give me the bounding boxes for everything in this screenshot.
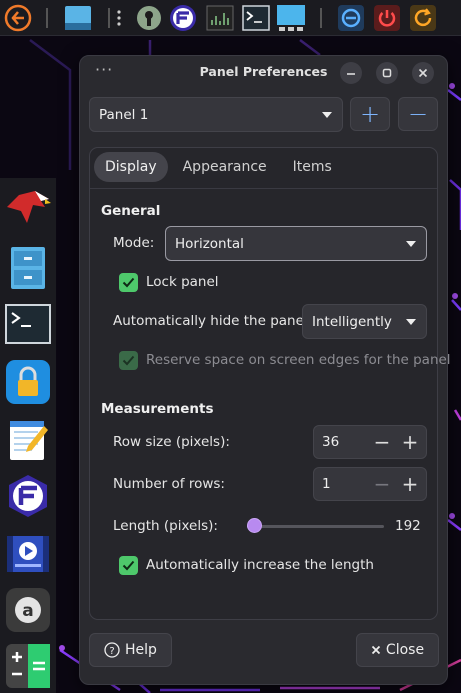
close-icon bbox=[371, 645, 381, 655]
row-size-decrement[interactable]: − bbox=[370, 429, 394, 455]
titlebar: ··· Panel Preferences bbox=[80, 56, 447, 88]
rows-decrement[interactable]: − bbox=[370, 471, 394, 497]
file-cabinet-icon[interactable] bbox=[4, 244, 52, 292]
auto-length-checkbox[interactable] bbox=[119, 556, 138, 575]
panel-preferences-dialog: ··· Panel Preferences Panel 1 + − Displa… bbox=[79, 55, 451, 685]
row-size-stepper[interactable]: 36 − + bbox=[313, 425, 427, 459]
restart-icon[interactable] bbox=[408, 3, 438, 33]
close-button[interactable]: Close bbox=[356, 633, 439, 667]
reserve-space-checkbox[interactable] bbox=[119, 351, 138, 370]
eagle-app-icon[interactable] bbox=[4, 184, 52, 232]
tab-content-frame: Display Appearance Items General Mode: H… bbox=[89, 147, 451, 620]
row-size-increment[interactable]: + bbox=[398, 429, 422, 455]
chevron-down-icon bbox=[406, 240, 416, 247]
checkmark-icon bbox=[122, 355, 135, 366]
row-size-value: 36 bbox=[322, 434, 340, 450]
general-heading: General bbox=[101, 203, 161, 219]
keyhole-icon[interactable] bbox=[134, 3, 164, 33]
mode-select[interactable]: Horizontal bbox=[165, 226, 427, 261]
row-size-label: Row size (pixels): bbox=[113, 434, 230, 450]
close-label: Close bbox=[385, 642, 425, 658]
autohide-label: Automatically hide the panel: bbox=[113, 313, 313, 329]
panel-separator bbox=[320, 8, 322, 28]
length-slider[interactable] bbox=[247, 525, 384, 528]
help-icon: ? bbox=[104, 642, 120, 658]
power-icon[interactable] bbox=[372, 3, 402, 33]
notepad-icon[interactable] bbox=[4, 416, 52, 464]
tab-bar: Display Appearance Items bbox=[94, 152, 343, 184]
app-f-icon[interactable] bbox=[4, 472, 52, 520]
autohide-select[interactable]: Intelligently bbox=[302, 304, 427, 339]
lock-panel-label: Lock panel bbox=[146, 274, 219, 290]
panel-separator bbox=[108, 8, 110, 28]
app-a-icon[interactable]: a bbox=[4, 586, 52, 634]
maximize-icon bbox=[382, 68, 392, 78]
rows-label: Number of rows: bbox=[113, 476, 225, 492]
calculator-icon[interactable] bbox=[4, 642, 52, 690]
terminal-monitor-icon[interactable] bbox=[205, 3, 235, 33]
measurements-heading: Measurements bbox=[101, 401, 214, 417]
rows-increment[interactable]: + bbox=[398, 471, 422, 497]
logout-icon[interactable] bbox=[336, 3, 366, 33]
add-panel-button[interactable]: + bbox=[350, 97, 390, 131]
tab-divider bbox=[90, 188, 437, 189]
tab-items[interactable]: Items bbox=[282, 152, 343, 182]
length-label: Length (pixels): bbox=[113, 518, 218, 534]
video-editor-icon[interactable] bbox=[4, 530, 52, 578]
maximize-button[interactable] bbox=[376, 62, 398, 84]
menu-logo-icon[interactable] bbox=[3, 3, 33, 33]
dock: a bbox=[0, 178, 56, 693]
terminal-icon[interactable] bbox=[241, 3, 271, 33]
autohide-select-value: Intelligently bbox=[312, 313, 392, 330]
close-window-button[interactable] bbox=[412, 62, 434, 84]
workspace-icon[interactable] bbox=[276, 3, 306, 33]
checkmark-icon bbox=[122, 277, 135, 288]
tab-display[interactable]: Display bbox=[94, 152, 168, 182]
checkmark-icon bbox=[122, 560, 135, 571]
panel-separator bbox=[46, 8, 48, 28]
top-panel bbox=[0, 0, 461, 36]
lock-icon[interactable] bbox=[4, 358, 52, 406]
tab-appearance[interactable]: Appearance bbox=[172, 152, 278, 182]
minimize-button[interactable] bbox=[340, 62, 362, 84]
mode-label: Mode: bbox=[113, 235, 155, 251]
panel-select-value: Panel 1 bbox=[99, 106, 149, 123]
length-value: 192 bbox=[395, 518, 421, 534]
chevron-down-icon bbox=[406, 318, 416, 325]
desktop-icon[interactable] bbox=[63, 3, 93, 33]
help-button[interactable]: ? Help bbox=[89, 633, 172, 667]
svg-text:a: a bbox=[22, 601, 33, 621]
dots-icon bbox=[112, 3, 126, 33]
svg-text:?: ? bbox=[109, 646, 114, 657]
reserve-space-label: Reserve space on screen edges for the pa… bbox=[146, 352, 451, 368]
remove-panel-button[interactable]: − bbox=[398, 97, 438, 131]
help-label: Help bbox=[125, 642, 157, 658]
lock-panel-checkbox[interactable] bbox=[119, 273, 138, 292]
auto-length-label: Automatically increase the length bbox=[146, 557, 374, 573]
chevron-down-icon bbox=[322, 111, 332, 118]
terminal-icon[interactable] bbox=[4, 300, 52, 348]
length-slider-handle[interactable] bbox=[246, 518, 262, 533]
close-icon bbox=[418, 68, 428, 78]
minimize-icon bbox=[347, 73, 355, 75]
rows-value: 1 bbox=[322, 476, 331, 492]
rows-stepper[interactable]: 1 − + bbox=[313, 467, 427, 501]
panel-select[interactable]: Panel 1 bbox=[89, 97, 343, 132]
mode-select-value: Horizontal bbox=[175, 235, 244, 252]
app-f-icon[interactable] bbox=[168, 3, 198, 33]
